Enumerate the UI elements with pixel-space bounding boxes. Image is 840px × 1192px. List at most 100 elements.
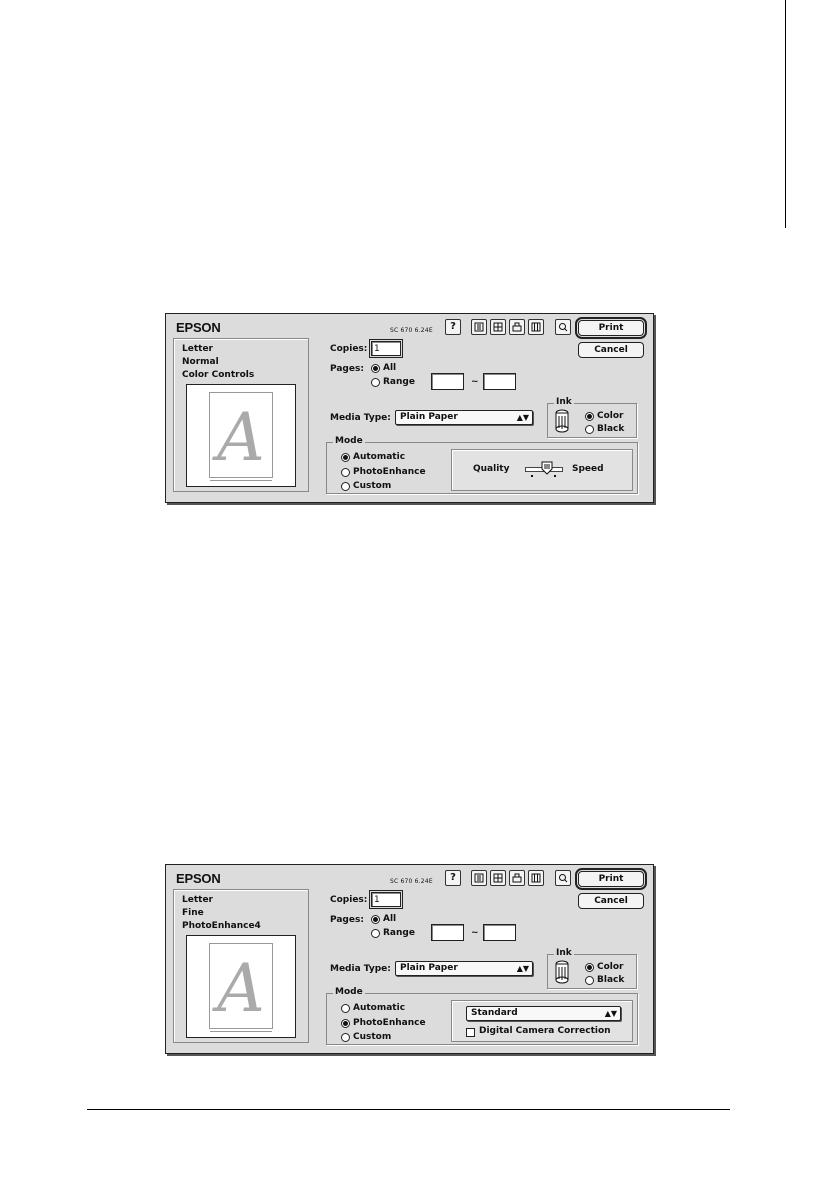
copies-label: Copies:: [330, 344, 368, 354]
media-type-label: Media Type:: [330, 964, 391, 974]
utility-button[interactable]: [528, 870, 544, 886]
utility-icon: [531, 873, 541, 883]
slider-thumb[interactable]: [541, 461, 553, 475]
copies-input[interactable]: 1: [369, 339, 403, 358]
preview-button[interactable]: [555, 319, 571, 335]
range-to-input[interactable]: [483, 924, 516, 941]
ink-black-radio[interactable]: [585, 976, 594, 985]
page-preview: A: [186, 935, 296, 1038]
summary-quality: Fine: [182, 908, 204, 918]
quality-speed-panel: Quality Speed: [451, 449, 633, 491]
pages-range-label: Range: [383, 928, 415, 938]
ink-color-radio[interactable]: [585, 963, 594, 972]
footer-rule: [87, 1109, 730, 1110]
magnifier-icon: [559, 323, 568, 332]
utility-button[interactable]: [528, 319, 544, 335]
epson-logo: EPSON: [176, 871, 221, 886]
ink-black-radio[interactable]: [585, 425, 594, 434]
mode-custom-radio[interactable]: [341, 1033, 350, 1042]
mode-group: Mode Automatic PhotoEnhance Custom Quali…: [326, 436, 638, 494]
popup-arrows-icon: ▲▼: [516, 964, 529, 973]
ink-black-label: Black: [597, 424, 625, 434]
mode-photoenhance-radio[interactable]: [341, 468, 350, 477]
digital-camera-checkbox[interactable]: [466, 1028, 475, 1037]
tone-popup[interactable]: Standard ▲▼: [466, 1006, 621, 1021]
print-button[interactable]: Print: [575, 868, 647, 890]
media-type-popup[interactable]: Plain Paper ▲▼: [395, 961, 533, 976]
popup-arrows-icon: ▲▼: [516, 413, 529, 422]
page-setup-button[interactable]: [471, 319, 487, 335]
pages-label: Pages:: [330, 915, 364, 925]
background-print-button[interactable]: [509, 870, 525, 886]
mode-group: Mode Automatic PhotoEnhance Custom Stand…: [326, 987, 638, 1045]
mode-automatic-radio[interactable]: [341, 453, 350, 462]
layout-grid-icon: [493, 322, 503, 332]
settings-summary: Letter Normal Color Controls A: [173, 338, 309, 492]
question-icon: ?: [450, 872, 456, 883]
page-setup-button[interactable]: [471, 870, 487, 886]
pages-range-radio[interactable]: [371, 929, 380, 938]
copies-input[interactable]: 1: [369, 890, 403, 909]
mode-title: Mode: [333, 987, 365, 997]
summary-paper: Letter: [182, 895, 213, 905]
summary-paper: Letter: [182, 344, 213, 354]
printer-icon: [512, 873, 522, 883]
utility-icon: [531, 322, 541, 332]
cancel-button[interactable]: Cancel: [578, 342, 644, 358]
page-preview: A: [186, 384, 296, 487]
printer-icon: [512, 322, 522, 332]
summary-mode: PhotoEnhance4: [182, 921, 261, 931]
layout-grid-icon: [493, 873, 503, 883]
ink-group: Ink Color Black: [547, 948, 637, 989]
range-from-input[interactable]: [431, 373, 464, 390]
mode-photoenhance-radio[interactable]: [341, 1019, 350, 1028]
page-edge-tab: [785, 0, 786, 228]
media-type-label: Media Type:: [330, 413, 391, 423]
ink-cartridge-icon: [555, 960, 569, 984]
slider-tick: [554, 475, 556, 477]
layout-button[interactable]: [490, 319, 506, 335]
page-setup-icon: [474, 873, 484, 883]
help-button[interactable]: ?: [445, 870, 461, 886]
mode-automatic-label: Automatic: [353, 452, 406, 462]
pages-range-label: Range: [383, 377, 415, 387]
mode-custom-label: Custom: [353, 1032, 392, 1042]
photoenhance-panel: Standard ▲▼ Digital Camera Correction: [451, 1000, 633, 1042]
ink-color-label: Color: [597, 411, 624, 421]
tone-value: Standard: [471, 1008, 518, 1018]
pages-all-label: All: [383, 914, 397, 924]
mode-automatic-radio[interactable]: [341, 1004, 350, 1013]
driver-version: SC 670 6.24E: [390, 878, 433, 885]
help-button[interactable]: ?: [445, 319, 461, 335]
pages-all-radio[interactable]: [371, 364, 380, 373]
range-from-input[interactable]: [431, 924, 464, 941]
mode-title: Mode: [333, 436, 365, 446]
cancel-button[interactable]: Cancel: [578, 893, 644, 909]
page-setup-icon: [474, 322, 484, 332]
preview-button[interactable]: [555, 870, 571, 886]
popup-arrows-icon: ▲▼: [604, 1009, 617, 1018]
pages-all-radio[interactable]: [371, 915, 380, 924]
range-tilde: ~: [471, 928, 479, 938]
copies-label: Copies:: [330, 895, 368, 905]
media-type-value: Plain Paper: [400, 963, 458, 973]
layout-button[interactable]: [490, 870, 506, 886]
preview-letter: A: [217, 399, 265, 476]
pages-all-label: All: [383, 363, 397, 373]
pages-label: Pages:: [330, 364, 364, 374]
ink-color-radio[interactable]: [585, 412, 594, 421]
summary-quality: Normal: [182, 357, 219, 367]
range-tilde: ~: [471, 377, 479, 387]
media-type-popup[interactable]: Plain Paper ▲▼: [395, 410, 533, 425]
print-button[interactable]: Print: [575, 317, 647, 339]
epson-logo: EPSON: [176, 320, 221, 335]
mode-automatic-label: Automatic: [353, 1003, 406, 1013]
settings-summary: Letter Fine PhotoEnhance4 A: [173, 889, 309, 1043]
range-to-input[interactable]: [483, 373, 516, 390]
mode-custom-radio[interactable]: [341, 482, 350, 491]
background-print-button[interactable]: [509, 319, 525, 335]
slider-tick: [531, 475, 533, 477]
mode-custom-label: Custom: [353, 481, 392, 491]
ink-black-label: Black: [597, 975, 625, 985]
pages-range-radio[interactable]: [371, 378, 380, 387]
